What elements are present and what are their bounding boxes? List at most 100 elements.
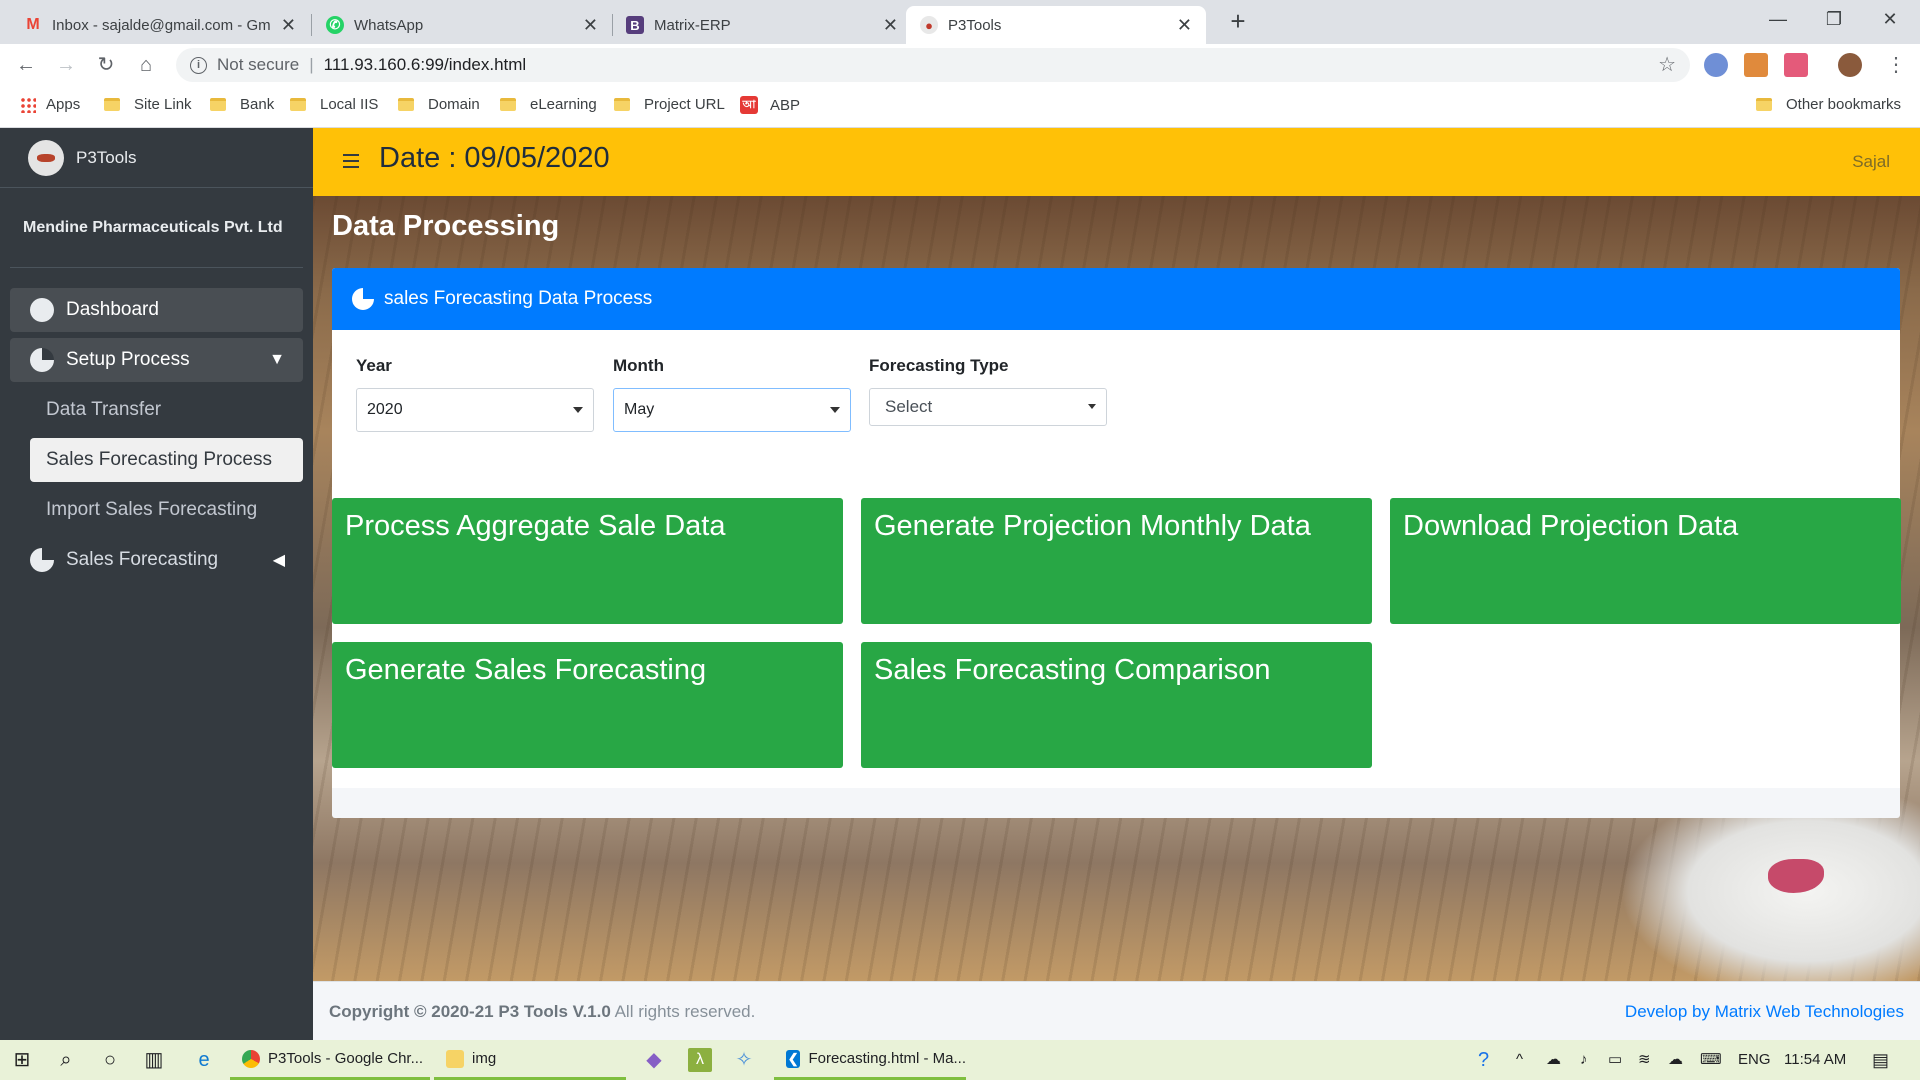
notifications-icon[interactable]: ▤ [1872,1040,1889,1080]
extension-icon[interactable] [1704,53,1728,77]
forecasting-type-label: Forecasting Type [869,356,1009,375]
taskbar-app-label: Forecasting.html - Ma... [808,1050,966,1067]
bookmark-star-icon[interactable]: ☆ [1658,52,1676,77]
caret-down-icon [830,407,840,413]
chevron-down-icon: ▼ [269,351,285,368]
sidebar-item-dashboard[interactable]: Dashboard [10,288,303,332]
bookmark-other[interactable]: Other bookmarks [1756,96,1901,113]
minimize-button[interactable]: — [1750,0,1806,38]
bookmark-label: eLearning [530,96,597,113]
bookmark-project-url[interactable]: Project URL [614,96,725,113]
chevron-up-icon[interactable]: ^ [1516,1040,1523,1080]
sidebar-subitem-data-transfer[interactable]: Data Transfer [30,388,303,432]
new-tab-button[interactable]: + [1222,6,1254,38]
download-projection-data-button[interactable]: Download Projection Data [1390,498,1901,624]
brand-link[interactable]: P3Tools [0,128,313,188]
bookmark-elearning[interactable]: eLearning [500,96,597,113]
close-tab-icon[interactable]: ✕ [883,15,898,36]
network-icon[interactable]: ☁ [1546,1040,1561,1080]
page-footer: Copyright © 2020-21 P3 Tools V.1.0 All r… [313,981,1920,1040]
onedrive-icon[interactable]: ☁ [1668,1040,1683,1080]
task-view-icon[interactable]: ▥ [142,1048,166,1072]
caret-down-icon [573,407,583,413]
year-select[interactable]: 2020 [356,388,594,432]
close-tab-icon[interactable]: ✕ [281,15,296,36]
restore-button[interactable]: ❐ [1806,0,1862,38]
help-icon[interactable]: ? [1478,1040,1489,1080]
keyboard-icon[interactable]: ⌨ [1700,1040,1722,1080]
reload-button[interactable]: ↻ [90,49,122,81]
sidebar-menu: Dashboard Setup Process ▼ Data Transfer … [0,268,313,582]
volume-icon[interactable]: ♪ [1580,1040,1588,1080]
wifi-icon[interactable]: ≋ [1638,1040,1651,1080]
bookmark-abp[interactable]: আ ABP [740,96,800,114]
folder-icon [398,98,414,111]
sidebar-item-sales-forecasting[interactable]: Sales Forecasting ◀ [10,538,303,582]
data-process-card: sales Forecasting Data Process Year 2020… [332,268,1901,818]
sidebar-item-setup-process[interactable]: Setup Process ▼ [10,338,303,382]
taskbar-app-chrome[interactable]: P3Tools - Google Chr... [230,1040,430,1080]
close-tab-icon[interactable]: ✕ [1177,15,1192,36]
bookmark-label: ABP [770,96,801,114]
tools-icon[interactable]: ✧ [732,1048,756,1072]
bookmark-domain[interactable]: Domain [398,96,480,113]
bookmark-apps[interactable]: Apps [20,96,80,113]
taskbar-app-vscode[interactable]: ❮ Forecasting.html - Ma... [774,1040,966,1080]
sidebar-item-label: Import Sales Forecasting [46,499,258,520]
month-select[interactable]: May [613,388,851,432]
caret-down-icon [1088,404,1096,409]
menu-kebab-icon[interactable]: ⋮ [1880,49,1912,81]
vscode-icon: ❮ [786,1049,801,1068]
bookmark-local-iis[interactable]: Local IIS [290,96,378,113]
bookmark-bank[interactable]: Bank [210,96,274,113]
tab-matrix-erp[interactable]: B Matrix-ERP ✕ [612,6,912,44]
extension-icon[interactable] [1784,53,1808,77]
generate-projection-monthly-data-button[interactable]: Generate Projection Monthly Data [861,498,1372,624]
visual-studio-icon[interactable]: ◆ [642,1048,666,1072]
language-indicator[interactable]: ENG [1738,1040,1771,1080]
search-icon[interactable]: ⌕ [54,1048,78,1072]
lambda-app-icon[interactable]: λ [688,1048,712,1072]
info-icon[interactable]: i [190,56,207,74]
home-button[interactable]: ⌂ [130,49,162,81]
tile-label: Download Projection Data [1403,510,1739,542]
tab-whatsapp[interactable]: ✆ WhatsApp ✕ [312,6,612,44]
avatar[interactable] [1838,53,1862,77]
battery-icon[interactable]: ▭ [1608,1040,1622,1080]
card-title: sales Forecasting Data Process [384,288,653,309]
back-button[interactable]: ← [10,49,42,81]
bookmark-label: Apps [46,96,81,113]
windows-start-icon[interactable]: ⊞ [10,1048,34,1072]
browser-tab-strip: M Inbox - sajalde@gmail.com - Gm ✕ ✆ Wha… [0,0,1920,44]
close-window-button[interactable]: ✕ [1862,0,1918,38]
forward-button[interactable]: → [50,49,82,81]
taskbar-app-explorer[interactable]: img [434,1040,626,1080]
bookmark-label: Site Link [134,96,192,113]
abp-icon: আ [740,96,758,114]
generate-sales-forecasting-button[interactable]: Generate Sales Forecasting [332,642,843,768]
close-tab-icon[interactable]: ✕ [583,15,598,36]
pie-chart-icon [30,348,54,372]
copyright: Copyright © 2020-21 P3 Tools V.1.0 All r… [329,1002,755,1022]
clock[interactable]: 11:54 AM [1784,1040,1846,1080]
sidebar-subitem-import-sales-forecasting[interactable]: Import Sales Forecasting [30,488,303,532]
hamburger-menu-icon[interactable] [343,154,359,168]
edge-icon[interactable]: e [192,1048,216,1072]
url-text[interactable]: 111.93.160.6:99/index.html [324,55,527,75]
tab-title: WhatsApp [354,16,424,34]
folder-icon [614,98,630,111]
sales-forecasting-comparison-button[interactable]: Sales Forecasting Comparison [861,642,1372,768]
process-aggregate-sale-data-button[interactable]: Process Aggregate Sale Data [332,498,843,624]
extension-icon[interactable] [1744,53,1768,77]
sidebar-subitem-sales-forecasting-process[interactable]: Sales Forecasting Process [30,438,303,482]
forecasting-type-select[interactable]: Select [869,388,1107,426]
tab-p3tools[interactable]: ● P3Tools ✕ [906,6,1206,44]
bookmark-site-link[interactable]: Site Link [104,96,192,113]
address-bar[interactable]: i Not secure | 111.93.160.6:99/index.htm… [176,48,1690,82]
bootstrap-icon: B [626,16,644,34]
cortana-icon[interactable]: ○ [98,1048,122,1072]
bookmarks-bar: Apps Site Link Bank Local IIS Domain eLe… [0,86,1920,128]
tab-gmail[interactable]: M Inbox - sajalde@gmail.com - Gm ✕ [10,6,310,44]
user-name[interactable]: Sajal [1852,152,1890,172]
developer-link[interactable]: Develop by Matrix Web Technologies [1625,1002,1904,1022]
